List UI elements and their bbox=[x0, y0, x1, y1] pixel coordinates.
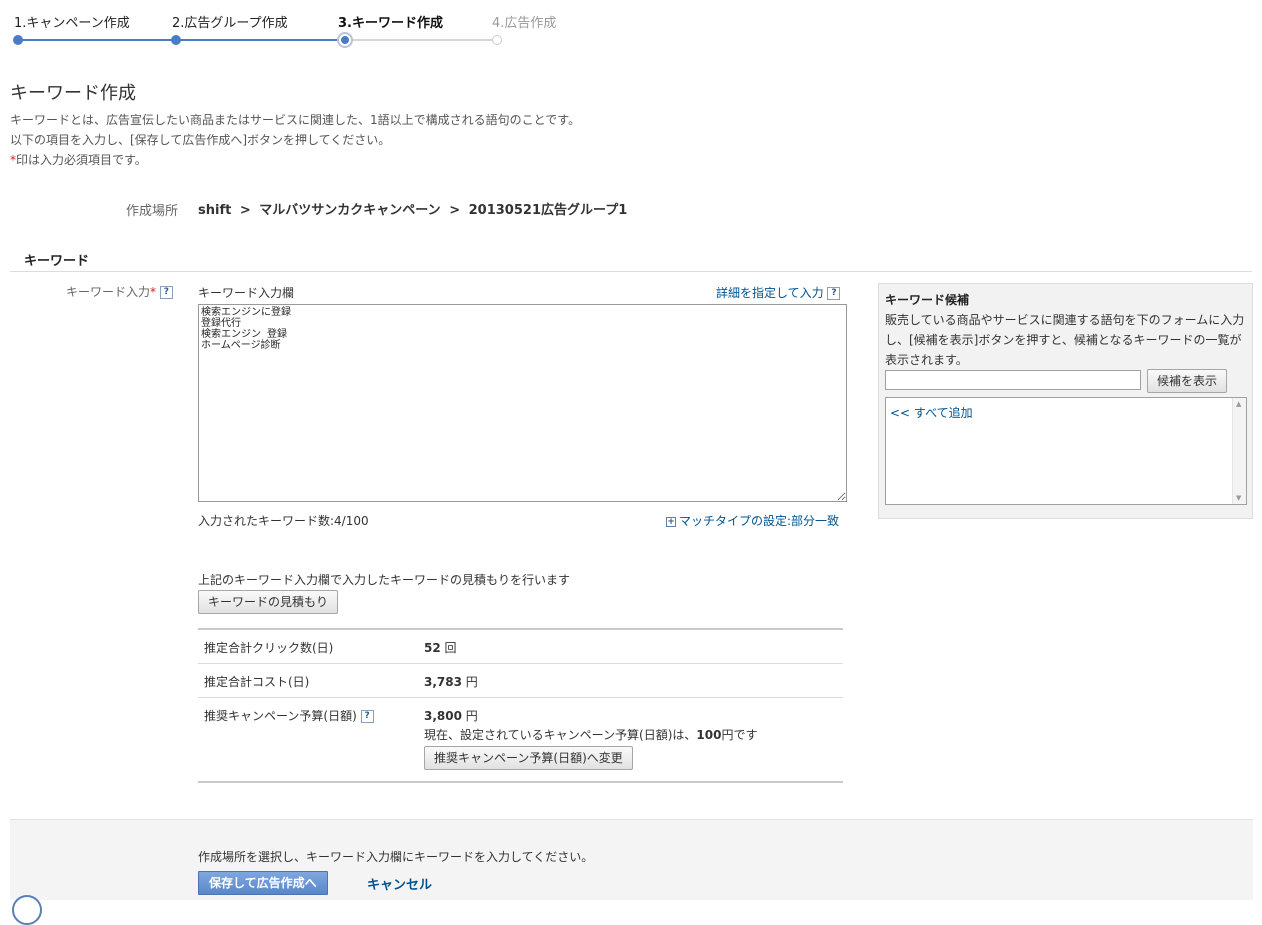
help-icon[interactable]: ? bbox=[827, 287, 841, 300]
step-dot-4 bbox=[492, 35, 502, 45]
estimate-description: 上記のキーワード入力欄で入力したキーワードの見積もりを行います bbox=[198, 573, 571, 587]
help-icon[interactable]: ? bbox=[159, 286, 173, 299]
step-campaign: 1.キャンペーン作成 bbox=[14, 16, 130, 31]
step-dot-1 bbox=[13, 35, 23, 45]
estimate-value: 3,783 円 bbox=[424, 673, 478, 690]
progress-line-done bbox=[18, 39, 346, 41]
estimate-value: 52 回 bbox=[424, 639, 457, 656]
breadcrumb-separator: > bbox=[449, 203, 461, 218]
current-budget-note: 現在、設定されているキャンペーン予算(日額)は、100円です bbox=[424, 726, 757, 743]
progress-steps: 1.キャンペーン作成 2.広告グループ作成 3.キーワード作成 4.広告作成 bbox=[0, 0, 600, 50]
location-breadcrumb: shift > マルバツサンカクキャンペーン > 20130521広告グループ1 bbox=[198, 199, 627, 218]
footer-message: 作成場所を選択し、キーワード入力欄にキーワードを入力してください。 bbox=[198, 850, 594, 864]
intro-line-3: *印は入力必須項目です。 bbox=[10, 150, 580, 170]
keyword-count: 入力されたキーワード数:4/100 bbox=[198, 512, 369, 529]
location-account: shift bbox=[198, 203, 232, 218]
keyword-suggestion-panel: キーワード候補 販売している商品やサービスに関連する語句を下のフォームに入力し、… bbox=[878, 283, 1253, 519]
match-type-link-text[interactable]: マッチタイプの設定:部分一致 bbox=[679, 514, 839, 528]
suggestion-description: 販売している商品やサービスに関連する語句を下のフォームに入力し、[候補を表示]ボ… bbox=[885, 313, 1245, 367]
apply-recommended-budget-button[interactable]: 推奨キャンペーン予算(日額)へ変更 bbox=[424, 746, 633, 770]
keyword-textarea[interactable]: 検索エンジンに登録 登録代行 検索エンジン 登録 ホームページ診断 bbox=[198, 304, 847, 502]
location-campaign: マルバツサンカクキャンペーン bbox=[259, 203, 441, 218]
step-ad: 4.広告作成 bbox=[492, 16, 557, 31]
step-dot-3-current bbox=[337, 32, 353, 48]
scroll-up-arrow-icon[interactable]: ▲ bbox=[1236, 400, 1241, 408]
section-divider bbox=[10, 271, 1252, 272]
show-suggestions-button[interactable]: 候補を表示 bbox=[1147, 369, 1228, 393]
add-all-link[interactable]: << すべて追加 bbox=[890, 404, 973, 421]
save-and-create-ad-button[interactable]: 保存して広告作成へ bbox=[198, 871, 328, 895]
help-icon[interactable]: ? bbox=[360, 710, 374, 723]
keyword-input-label-text: キーワード入力 bbox=[66, 285, 151, 299]
progress-line-todo bbox=[346, 39, 497, 41]
step-dot-2 bbox=[171, 35, 181, 45]
budget-note-prefix: 現在、設定されているキャンペーン予算(日額)は、 bbox=[424, 728, 697, 742]
estimate-table: 推定合計クリック数(日) 52 回 推定合計コスト(日) 3,783 円 推奨キ… bbox=[198, 628, 843, 783]
current-budget-value: 100 bbox=[696, 728, 722, 742]
step-keyword: 3.キーワード作成 bbox=[338, 16, 443, 31]
footer-bar: 作成場所を選択し、キーワード入力欄にキーワードを入力してください。 保存して広告… bbox=[10, 819, 1253, 900]
required-note: 印は入力必須項目です。 bbox=[16, 153, 147, 167]
intro-text: キーワードとは、広告宣伝したい商品またはサービスに関連した、1語以上で構成される… bbox=[10, 110, 580, 170]
detail-input-link[interactable]: 詳細を指定して入力 ? bbox=[716, 284, 841, 301]
cancel-link[interactable]: キャンセル bbox=[367, 874, 432, 893]
page-title: キーワード作成 bbox=[10, 83, 136, 104]
location-label: 作成場所 bbox=[126, 204, 179, 219]
step-ad-group: 2.広告グループ作成 bbox=[172, 16, 288, 31]
suggestion-title: キーワード候補 bbox=[885, 293, 970, 307]
suggestion-list[interactable]: << すべて追加 ▲ ▼ bbox=[885, 397, 1247, 505]
estimate-row-clicks: 推定合計クリック数(日) 52 回 bbox=[198, 630, 843, 664]
suggestion-input[interactable] bbox=[885, 370, 1141, 390]
breadcrumb-separator: > bbox=[239, 203, 251, 218]
intro-line-1: キーワードとは、広告宣伝したい商品またはサービスに関連した、1語以上で構成される… bbox=[10, 113, 581, 127]
keyword-count-label: 入力されたキーワード数: bbox=[198, 514, 335, 528]
estimate-label: 推定合計コスト(日) bbox=[204, 675, 310, 689]
estimate-label: 推定合計クリック数(日) bbox=[204, 641, 334, 655]
suggestion-scrollbar[interactable]: ▲ ▼ bbox=[1232, 398, 1246, 504]
estimate-row-budget: 推奨キャンペーン予算(日額) ? 3,800 円 現在、設定されているキャンペー… bbox=[198, 698, 843, 781]
budget-note-suffix: 円です bbox=[721, 728, 758, 742]
intro-line-2: 以下の項目を入力し、[保存して広告作成へ]ボタンを押してください。 bbox=[10, 133, 391, 147]
match-type-link[interactable]: + マッチタイプの設定:部分一致 bbox=[666, 512, 839, 529]
keyword-field-label: キーワード入力欄 bbox=[198, 286, 295, 300]
keyword-section-heading: キーワード bbox=[24, 254, 90, 269]
expand-plus-icon[interactable]: + bbox=[666, 516, 676, 527]
estimate-label-text: 推奨キャンペーン予算(日額) bbox=[204, 709, 357, 723]
keyword-input-label: キーワード入力* ? bbox=[66, 283, 173, 300]
estimate-number: 3,783 bbox=[424, 675, 462, 689]
required-mark: * bbox=[150, 285, 157, 299]
detail-input-link-text[interactable]: 詳細を指定して入力 bbox=[716, 286, 824, 300]
estimate-unit: 回 bbox=[444, 641, 457, 655]
estimate-value: 3,800 円 bbox=[424, 707, 478, 724]
estimate-button[interactable]: キーワードの見積もり bbox=[198, 590, 339, 614]
estimate-number: 52 bbox=[424, 641, 441, 655]
keyword-count-value: 4/100 bbox=[334, 514, 369, 528]
estimate-row-cost: 推定合計コスト(日) 3,783 円 bbox=[198, 664, 843, 698]
estimate-unit: 円 bbox=[465, 709, 478, 723]
estimate-number: 3,800 bbox=[424, 709, 462, 723]
location-ad-group: 20130521広告グループ1 bbox=[468, 203, 628, 218]
estimate-unit: 円 bbox=[465, 675, 478, 689]
scroll-down-arrow-icon[interactable]: ▼ bbox=[1236, 494, 1241, 502]
estimate-label: 推奨キャンペーン予算(日額) ? bbox=[204, 707, 374, 724]
